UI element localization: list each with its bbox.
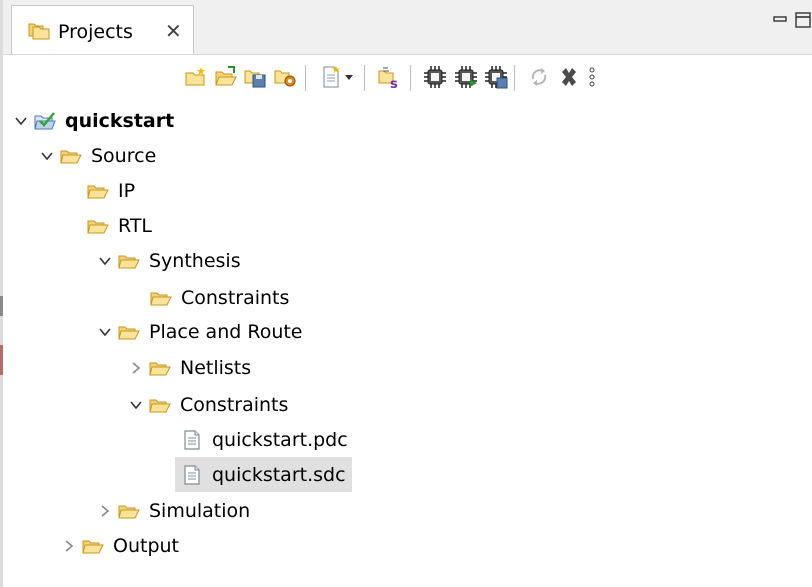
chevron-right-icon[interactable] [129, 361, 143, 375]
save-project-icon[interactable] [243, 65, 267, 89]
tree-item-label: Constraints [180, 393, 289, 416]
project-icon [34, 111, 56, 129]
new-file-icon[interactable] [319, 65, 343, 89]
tree-item-label: Place and Route [149, 320, 303, 343]
close-icon[interactable] [557, 65, 581, 89]
minimize-icon[interactable] [770, 10, 790, 30]
tree-item-source[interactable]: Source [40, 138, 156, 173]
refresh-icon[interactable] [527, 65, 551, 89]
chevron-right-icon[interactable] [98, 504, 112, 518]
tree-item-output[interactable]: Output [62, 528, 179, 563]
edge-marker [0, 296, 3, 316]
tree-item-label: Source [91, 144, 157, 167]
close-icon[interactable]: ✕ [165, 20, 182, 42]
tree-item-synthesis[interactable]: Synthesis [98, 243, 241, 278]
maximize-icon[interactable] [793, 10, 812, 30]
chip-icon[interactable] [423, 65, 447, 89]
tree-item-label: quickstart.pdc [212, 428, 348, 451]
file-icon [181, 430, 203, 450]
chevron-down-icon[interactable] [98, 325, 112, 339]
tree-item-ip[interactable]: IP [87, 173, 135, 208]
tree-item-label: IP [118, 179, 136, 202]
chevron-down-icon[interactable] [98, 254, 112, 268]
folder-icon [60, 146, 82, 166]
tree-item-label: Synthesis [149, 249, 241, 272]
tree-item-label: Constraints [181, 286, 290, 309]
folder-icon [149, 395, 171, 415]
folder-icon [150, 288, 172, 308]
tree-item-simulation[interactable]: Simulation [98, 493, 250, 528]
folder-icon [82, 536, 104, 556]
tree-item-netlists[interactable]: Netlists [129, 350, 251, 385]
projects-folder-icon [28, 23, 50, 40]
new-project-icon[interactable] [184, 65, 208, 89]
tree-item-project-quickstart[interactable]: quickstart [14, 103, 174, 138]
tree-item-quickstart-pdc[interactable]: quickstart.pdc [181, 422, 354, 457]
chevron-down-icon[interactable] [129, 398, 143, 412]
chip-save-icon[interactable] [484, 65, 508, 89]
toolbar-separator [364, 65, 365, 91]
tree-item-label: Netlists [180, 356, 252, 379]
tree-item-par-constraints[interactable]: Constraints [129, 387, 288, 422]
tree-item-rtl[interactable]: RTL [87, 208, 152, 243]
toolbar-separator [514, 65, 515, 91]
tree-item-label: quickstart.sdc [212, 463, 346, 486]
tab-projects[interactable]: Projects ✕ [11, 5, 194, 54]
chevron-right-icon[interactable] [62, 539, 76, 553]
tree-item-label: Simulation [149, 499, 251, 522]
script-icon[interactable]: s [377, 65, 401, 89]
folder-icon [118, 322, 140, 342]
tree-item-synthesis-constraints[interactable]: Constraints [150, 280, 289, 315]
chevron-down-icon[interactable] [14, 114, 28, 128]
tree-item-label: RTL [118, 214, 153, 237]
projects-toolbar: s [3, 55, 812, 100]
chevron-down-icon[interactable] [40, 149, 54, 163]
tree-item-place-and-route[interactable]: Place and Route [98, 314, 303, 349]
tree-item-quickstart-sdc[interactable]: quickstart.sdc [175, 457, 352, 492]
more-icon[interactable] [586, 65, 598, 89]
tree-item-label: Output [113, 534, 179, 557]
tab-label: Projects [58, 21, 133, 43]
projects-view-tabbar: Projects ✕ [3, 0, 812, 55]
project-settings-icon[interactable] [273, 65, 297, 89]
edge-marker [0, 345, 3, 375]
folder-icon [149, 358, 171, 378]
folder-icon [87, 181, 109, 201]
toolbar-separator [410, 65, 411, 91]
svg-text:s: s [390, 77, 398, 89]
dropdown-arrow-icon[interactable] [342, 65, 356, 89]
chip-run-icon[interactable] [454, 65, 478, 89]
open-project-icon[interactable] [214, 65, 238, 89]
folder-icon [118, 251, 140, 271]
toolbar-separator [305, 65, 306, 91]
folder-icon [87, 216, 109, 236]
file-icon [181, 465, 203, 485]
tree-item-label: quickstart [65, 109, 175, 132]
folder-icon [118, 501, 140, 521]
